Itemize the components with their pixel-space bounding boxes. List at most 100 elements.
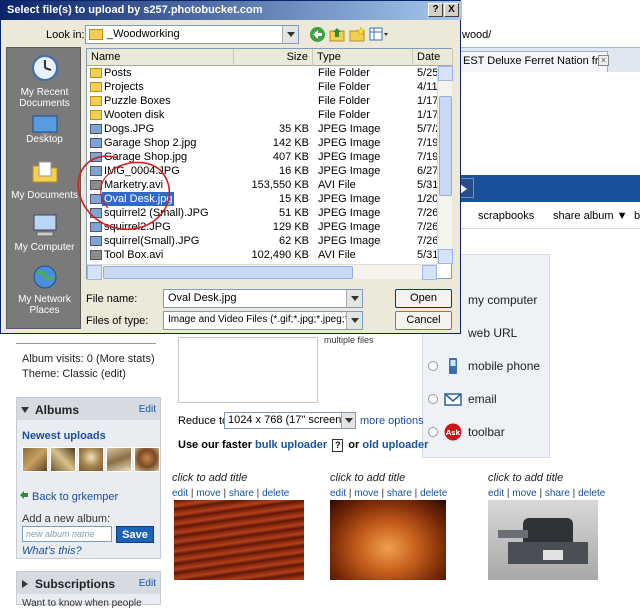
chevron-down-icon[interactable] (341, 413, 355, 428)
back-link[interactable]: Back to grkemper (32, 491, 118, 503)
up-folder-icon[interactable] (329, 26, 346, 43)
file-row[interactable]: Wooten disk File Folder 1/17/2 (87, 108, 448, 122)
help-button[interactable]: ? (428, 3, 443, 17)
file-type-select[interactable]: Image and Video Files (*.gif;*.jpg;*.jpe… (163, 311, 363, 330)
cancel-button[interactable]: Cancel (395, 311, 452, 330)
more-options-link[interactable]: more options (360, 415, 424, 427)
file-row[interactable]: Posts File Folder 5/25/2 (87, 66, 448, 80)
subnav-more[interactable]: b (634, 210, 640, 222)
whats-this-link[interactable]: What's this? (22, 545, 82, 557)
multiple-files-text: multiple files (324, 335, 374, 345)
new-album-input[interactable]: new album name (22, 526, 112, 542)
tab-close-icon[interactable]: × (598, 55, 609, 66)
file-row[interactable]: Tool Box.avi 102,490 KB AVI File 5/31/2 (87, 248, 448, 262)
expand-arrow-icon[interactable] (22, 580, 28, 588)
radio-button[interactable] (428, 394, 438, 404)
radio-button[interactable] (428, 361, 438, 371)
subnav-scrapbooks[interactable]: scrapbooks (478, 210, 534, 222)
file-name-input[interactable]: Oval Desk.jpg (163, 289, 363, 308)
edit-link[interactable]: edit (172, 488, 188, 499)
file-row[interactable]: squirrel2.JPG 129 KB JPEG Image 7/26/2 (87, 220, 448, 234)
chevron-down-icon[interactable] (346, 312, 362, 329)
close-button[interactable]: X (444, 3, 459, 17)
file-size: 51 KB (279, 207, 309, 219)
file-row[interactable]: Marketry.avi 153,550 KB AVI File 5/31/2 (87, 178, 448, 192)
photo-thumbnail[interactable] (330, 500, 446, 580)
delete-link[interactable]: delete (262, 488, 289, 499)
delete-link[interactable]: delete (578, 488, 605, 499)
file-type: File Folder (318, 109, 370, 121)
scroll-thumb[interactable] (439, 96, 452, 196)
share-link[interactable]: share (545, 488, 570, 499)
vertical-scrollbar[interactable] (437, 66, 453, 264)
albums-edit-link[interactable]: Edit (139, 404, 156, 415)
file-row[interactable]: IMG_0004.JPG 16 KB JPEG Image 6/27/2 (87, 164, 448, 178)
newest-uploads-link[interactable]: Newest uploads (22, 430, 106, 442)
file-row[interactable]: Garage Shop.jpg 407 KB JPEG Image 7/19/2 (87, 150, 448, 164)
photo-actions: edit | move | share | delete (172, 488, 290, 499)
file-row[interactable]: Puzzle Boxes File Folder 1/17/2 (87, 94, 448, 108)
subscriptions-edit-link[interactable]: Edit (139, 578, 156, 589)
scroll-thumb[interactable] (103, 266, 353, 279)
column-date[interactable]: Date (413, 49, 453, 66)
open-button[interactable]: Open (395, 289, 452, 308)
dialog-titlebar[interactable]: Select file(s) to upload by s257.photobu… (1, 1, 462, 20)
file-type: File Folder (318, 81, 370, 93)
image-file-icon (90, 124, 102, 134)
thumbnail[interactable] (106, 447, 132, 472)
share-link[interactable]: share (229, 488, 254, 499)
file-row[interactable]: squirrel2 (Small).JPG 51 KB JPEG Image 7/26… (87, 206, 448, 220)
column-size[interactable]: Size (234, 49, 313, 66)
thumbnail[interactable] (134, 447, 160, 472)
radio-button[interactable] (428, 427, 438, 437)
file-list-header: Name Size Type Date (87, 49, 453, 66)
photo-thumbnail[interactable] (174, 500, 304, 580)
chevron-down-icon[interactable] (282, 26, 298, 43)
file-row[interactable]: Oval Desk.jpg 15 KB JPEG Image 1/20/2 (87, 192, 448, 206)
column-name[interactable]: Name (87, 49, 234, 66)
photo-title[interactable]: click to add title (488, 472, 563, 484)
back-arrow-icon (20, 491, 28, 499)
horizontal-scrollbar[interactable] (87, 264, 437, 280)
edit-link[interactable]: edit (330, 488, 346, 499)
file-row[interactable]: Projects File Folder 4/11/2 (87, 80, 447, 94)
collapse-arrow-icon[interactable] (21, 407, 29, 413)
help-icon[interactable]: ? (332, 439, 344, 452)
photo-thumbnail[interactable] (488, 500, 598, 580)
save-button[interactable]: Save (116, 526, 154, 543)
scroll-right-icon[interactable] (422, 265, 437, 280)
scroll-up-icon[interactable] (438, 66, 453, 81)
look-in-combo[interactable]: _Woodworking (85, 25, 299, 44)
file-row[interactable]: Garage Shop 2.jpg 142 KB JPEG Image 7/19/2 (87, 136, 448, 150)
delete-link[interactable]: delete (420, 488, 447, 499)
photo-title[interactable]: click to add title (330, 472, 405, 484)
move-link[interactable]: move (354, 488, 378, 499)
thumbnail[interactable] (50, 447, 76, 472)
folder-icon (90, 96, 102, 106)
file-name: Posts (104, 67, 132, 79)
move-link[interactable]: move (512, 488, 536, 499)
photo-title[interactable]: click to add title (172, 472, 247, 484)
back-icon[interactable] (309, 26, 326, 43)
view-menu-icon[interactable] (369, 26, 389, 43)
file-row[interactable]: Dogs.JPG 35 KB JPEG Image 5/7/20 (87, 122, 448, 136)
file-size: 16 KB (279, 165, 309, 177)
thumbnail[interactable] (78, 447, 104, 472)
scroll-left-icon[interactable] (87, 265, 102, 280)
chevron-down-icon[interactable] (346, 290, 362, 307)
image-file-icon (90, 236, 102, 246)
reduce-select[interactable]: 1024 x 768 (17" screen) (224, 412, 356, 429)
subnav-share-album[interactable]: share album ▼ (553, 210, 627, 222)
new-folder-icon[interactable] (349, 26, 366, 43)
add-album-label: Add a new album: (22, 513, 111, 525)
scroll-down-icon[interactable] (438, 249, 453, 264)
bulk-uploader-link[interactable]: bulk uploader (255, 439, 327, 451)
old-uploader-link[interactable]: old uploader (362, 439, 428, 451)
file-row[interactable]: squirrel(Small).JPG 62 KB JPEG Image 7/26/2 (87, 234, 448, 248)
column-type[interactable]: Type (313, 49, 413, 66)
thumbnail[interactable] (22, 447, 48, 472)
move-link[interactable]: move (196, 488, 220, 499)
share-link[interactable]: share (387, 488, 412, 499)
browser-tab[interactable]: EST Deluxe Ferret Nation from Ki... (458, 51, 608, 72)
edit-link[interactable]: edit (488, 488, 504, 499)
